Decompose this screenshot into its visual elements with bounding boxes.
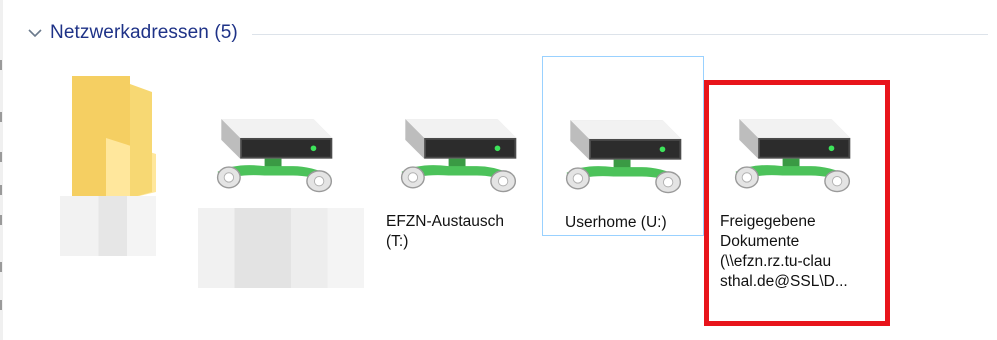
network-drive-icon bbox=[208, 106, 340, 205]
folder-item[interactable] bbox=[58, 64, 168, 264]
network-drive-efzn-austausch[interactable]: EFZN-Austausch (T:) bbox=[378, 96, 538, 296]
network-drive-icon bbox=[557, 107, 689, 206]
group-title: Netzwerkadressen (5) bbox=[50, 22, 238, 43]
folder-icon bbox=[66, 74, 158, 205]
network-drive-icon bbox=[392, 106, 524, 205]
drive-label-obscured bbox=[198, 208, 364, 288]
group-divider bbox=[251, 33, 988, 35]
drive-label: EFZN-Austausch (T:) bbox=[386, 213, 505, 250]
chevron-down-icon[interactable] bbox=[28, 23, 50, 43]
window-left-edge bbox=[0, 0, 3, 340]
network-drive-userhome[interactable]: Userhome (U:) bbox=[542, 56, 704, 236]
red-highlight-box bbox=[704, 80, 890, 326]
network-drive-item[interactable] bbox=[198, 96, 366, 296]
drive-label: Userhome (U:) bbox=[565, 214, 667, 231]
group-header-netzwerkadressen[interactable]: Netzwerkadressen (5) bbox=[28, 18, 988, 48]
folder-label-obscured bbox=[60, 196, 156, 256]
